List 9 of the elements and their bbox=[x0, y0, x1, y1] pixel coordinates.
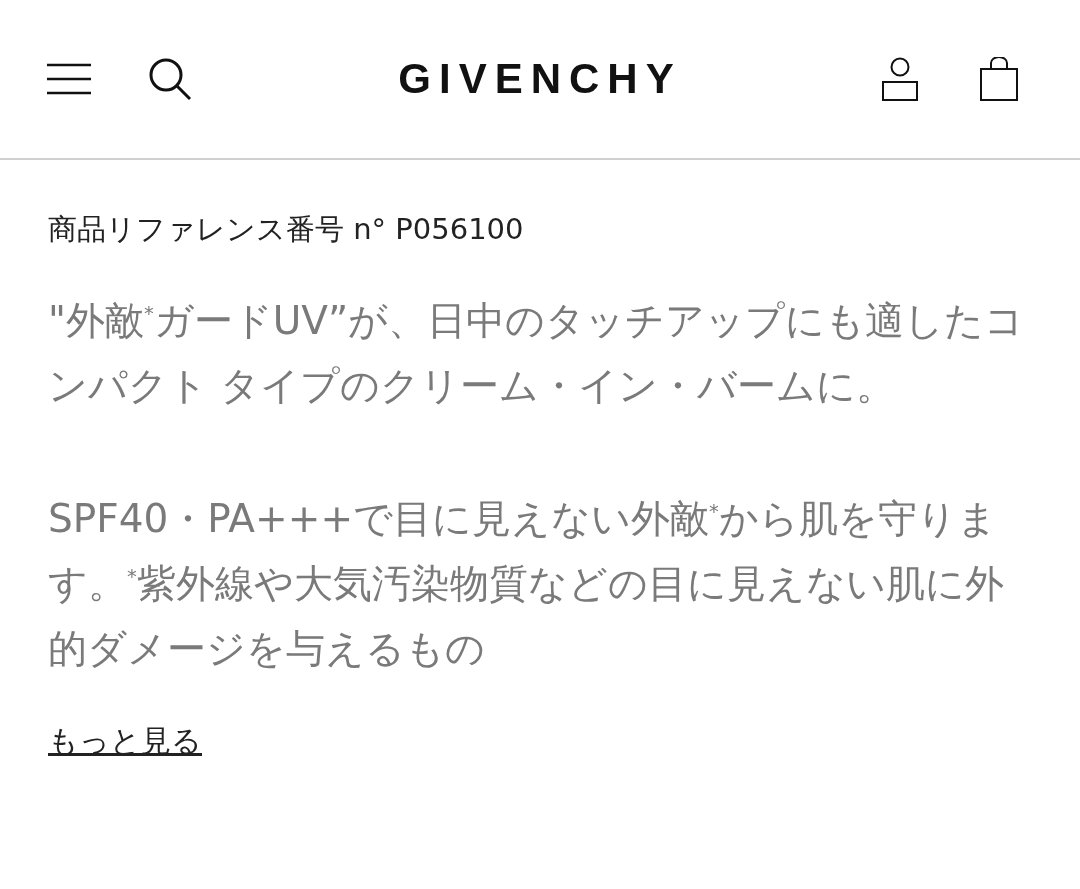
description-paragraph: "外敵$^{*}$ガードUV”が、日中のタッチアップにも適したコンパクト タイプのクリーム・イン・バームに。 bbox=[48, 297, 1026, 410]
product-reference: 商品リファレンス番号 n° P056100 bbox=[48, 211, 525, 248]
read-more-link[interactable]: もっと見る bbox=[48, 721, 202, 762]
shopping-bag-icon[interactable] bbox=[980, 57, 1018, 101]
menu-icon[interactable] bbox=[47, 63, 91, 95]
brand-logo[interactable]: GIVENCHY bbox=[398, 55, 682, 103]
user-icon[interactable] bbox=[882, 57, 918, 101]
search-icon[interactable] bbox=[148, 57, 192, 101]
description-paragraph: SPF40・PA+++で目に見えない外敵$^{*}$から肌を守ります。$^{*}$紫外線や大気汚染物質などの目に見えない肌に外的ダメージを与えるもの bbox=[48, 495, 1005, 673]
